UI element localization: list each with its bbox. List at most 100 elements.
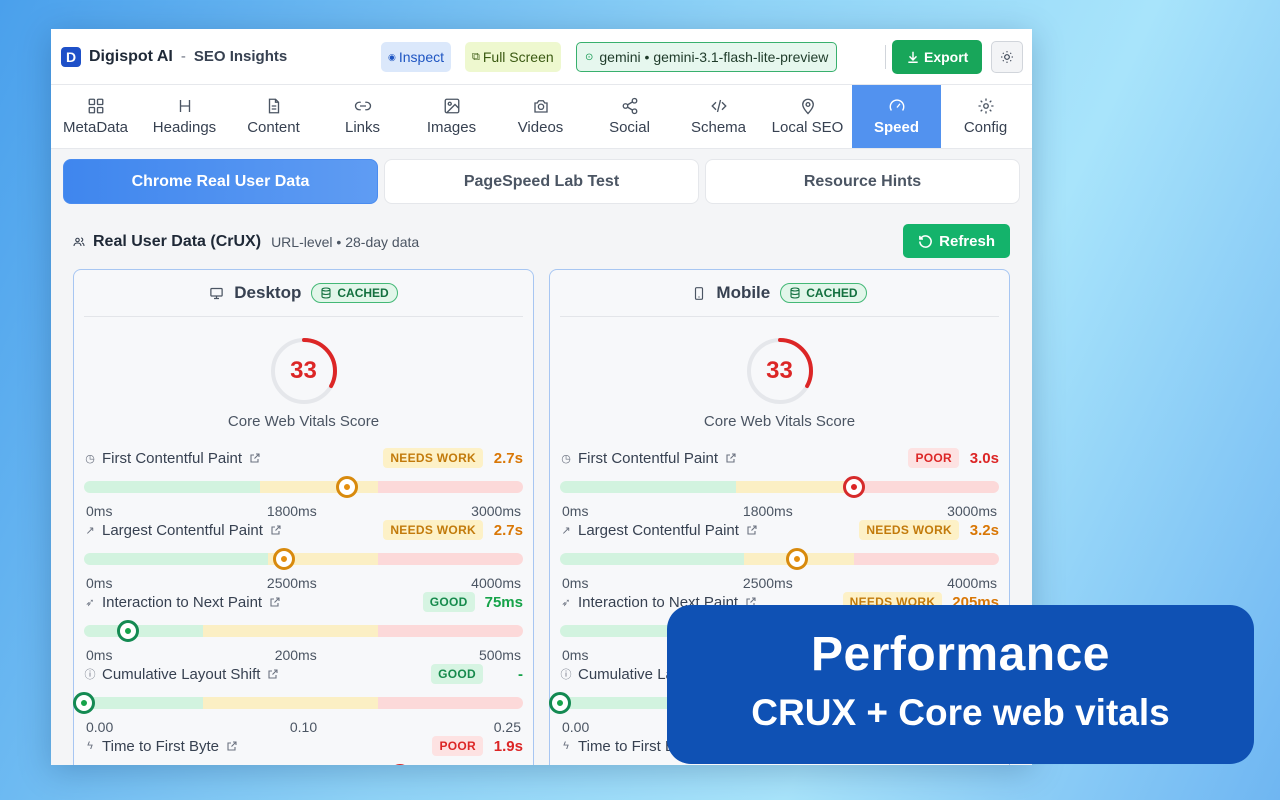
- tick-label: 0ms: [86, 503, 113, 519]
- good-segment: [84, 697, 203, 709]
- fullscreen-button[interactable]: ⧉ Full Screen: [465, 42, 561, 72]
- cursor-icon: ➶: [561, 596, 571, 609]
- bar-ticks: 0ms 2500ms 4000ms: [84, 575, 523, 591]
- monitor-icon: [210, 287, 224, 299]
- metric-name: Interaction to Next Paint: [102, 593, 263, 611]
- needs-work-segment: [735, 481, 855, 493]
- tab-headings[interactable]: Headings: [140, 85, 229, 148]
- external-link-icon[interactable]: [746, 524, 758, 536]
- section-meta: URL-level • 28-day data: [271, 234, 420, 250]
- tab-label: Links: [344, 119, 381, 136]
- promo-title: Performance: [811, 628, 1110, 681]
- status-badge: NEEDS WORK: [859, 520, 959, 540]
- export-button[interactable]: Export: [892, 40, 983, 74]
- bolt-icon: ϟ: [563, 740, 569, 752]
- cached-badge: CACHED: [311, 283, 398, 303]
- status-badge: NEEDS WORK: [383, 520, 483, 540]
- tab-social[interactable]: Social: [585, 85, 674, 148]
- tick-label: 3000ms: [947, 503, 997, 519]
- tab-label: Images: [426, 119, 477, 136]
- external-link-icon[interactable]: [249, 452, 261, 464]
- tab-speed[interactable]: Speed: [852, 85, 941, 148]
- good-segment: [84, 553, 269, 565]
- app-subtitle: SEO Insights: [193, 48, 288, 65]
- refresh-button[interactable]: Refresh: [903, 224, 1010, 258]
- cached-label: CACHED: [337, 286, 389, 300]
- inspect-button[interactable]: ◉ Inspect: [381, 42, 451, 72]
- tick-label: 1800ms: [266, 503, 317, 519]
- external-link-icon[interactable]: [725, 452, 737, 464]
- external-link-icon[interactable]: [269, 596, 281, 608]
- tab-label: Social: [609, 119, 650, 136]
- subtab-chrome-real-user-data[interactable]: Chrome Real User Data: [63, 159, 378, 204]
- external-link-icon[interactable]: [267, 668, 279, 680]
- status-badge: POOR: [432, 736, 483, 756]
- speed-subtabs: Chrome Real User Data PageSpeed Lab Test…: [63, 159, 1020, 204]
- tab-links[interactable]: Links: [318, 85, 407, 148]
- poor-segment: [378, 481, 523, 493]
- cached-label: CACHED: [806, 286, 858, 300]
- tab-videos[interactable]: Videos: [496, 85, 585, 148]
- gauge-icon: [889, 99, 904, 111]
- external-link-icon[interactable]: [226, 740, 238, 752]
- tick-label: 4000ms: [947, 575, 997, 591]
- info-icon: ⓘ: [84, 669, 96, 681]
- grid-icon: [88, 98, 103, 114]
- tab-metadata[interactable]: MetaData: [51, 85, 140, 148]
- metric-value: 3.2s: [969, 521, 999, 539]
- tab-schema[interactable]: Schema: [674, 85, 763, 148]
- card-title: Desktop: [234, 283, 302, 302]
- metric-ttfb: ϟ Time to First Byte POOR 1.9s: [84, 734, 523, 765]
- status-badge: POOR: [908, 448, 959, 468]
- eye-icon: ◉: [388, 51, 396, 62]
- app-logo: D: [61, 46, 81, 67]
- code-icon: [710, 99, 727, 113]
- metric-value: 2.7s: [493, 449, 523, 467]
- trend-icon: ↗: [561, 524, 571, 537]
- clock-icon: ◷: [85, 452, 95, 465]
- link-icon: [354, 101, 371, 111]
- document-icon: [268, 98, 279, 114]
- tab-label: Speed: [873, 119, 919, 136]
- card-header: Mobile CACHED: [560, 270, 999, 317]
- theme-toggle-button[interactable]: [991, 41, 1023, 73]
- bar-ticks: 0ms 2500ms 4000ms: [560, 575, 999, 591]
- promo-overlay: Performance CRUX + Core web vitals: [667, 605, 1254, 764]
- good-segment: [560, 481, 736, 493]
- metric-name: First Contentful Paint: [102, 449, 243, 467]
- tab-content[interactable]: Content: [229, 85, 318, 148]
- metric-bar: [84, 476, 523, 498]
- external-link-icon[interactable]: [270, 524, 282, 536]
- export-label: Export: [924, 49, 969, 65]
- tick-label: 0ms: [562, 575, 589, 591]
- tick-label: 200ms: [274, 647, 317, 663]
- refresh-icon: [919, 234, 933, 248]
- sun-icon: [1001, 51, 1013, 63]
- metric-value: 75ms: [484, 593, 523, 611]
- metric-name: Time to First Byte: [102, 737, 219, 755]
- metric-marker: [786, 548, 809, 570]
- tick-label: 0ms: [562, 503, 589, 519]
- brand-name: Digispot AI: [89, 47, 173, 65]
- metric-bar: [84, 620, 523, 642]
- metric-bar: [560, 548, 999, 570]
- check-circle-icon: ⊙: [585, 51, 594, 63]
- tab-label: Headings: [152, 119, 217, 136]
- model-selector[interactable]: ⊙ gemini • gemini-3.1-flash-lite-preview: [576, 42, 838, 72]
- external-icon: ⧉: [472, 50, 480, 63]
- tab-local-seo[interactable]: Local SEO: [763, 85, 852, 148]
- image-icon: [444, 98, 459, 114]
- metric-value: -: [518, 665, 523, 683]
- tab-images[interactable]: Images: [407, 85, 496, 148]
- metric-bar: [560, 476, 999, 498]
- header-divider: [885, 45, 886, 69]
- metric-value: 3.0s: [969, 449, 999, 467]
- score-gauge: 33: [269, 336, 339, 406]
- poor-segment: [378, 553, 523, 565]
- card-header: Desktop CACHED: [84, 270, 523, 317]
- subtab-resource-hints[interactable]: Resource Hints: [705, 159, 1020, 204]
- bar-ticks: 0ms 1800ms 3000ms: [560, 503, 999, 519]
- tab-config[interactable]: Config: [941, 85, 1030, 148]
- subtab-pagespeed-lab-test[interactable]: PageSpeed Lab Test: [384, 159, 699, 204]
- good-segment: [560, 625, 679, 637]
